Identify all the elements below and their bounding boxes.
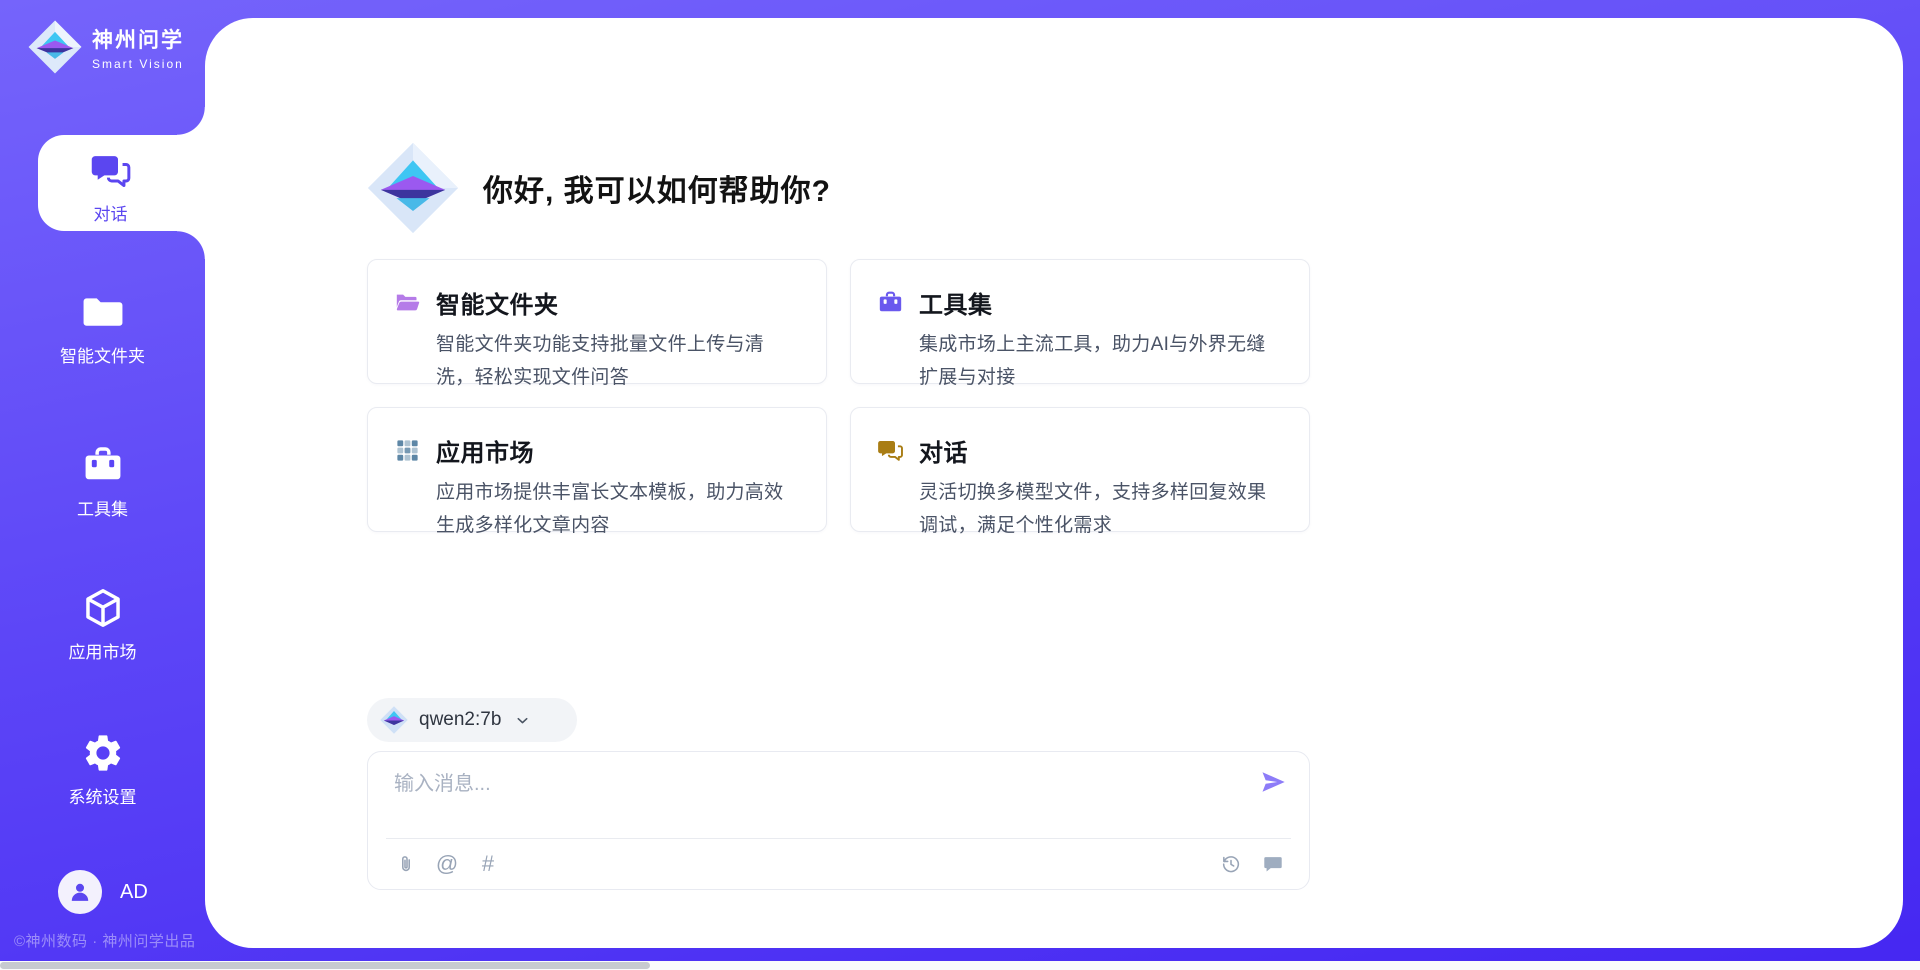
brand-logo: 神州问学 Smart Vision: [28, 20, 184, 74]
sidebar-item-label: 应用市场: [0, 638, 205, 663]
card-smart-folder[interactable]: 智能文件夹 智能文件夹功能支持批量文件上传与清洗，轻松实现文件问答: [367, 259, 827, 384]
toolbox-icon: [81, 443, 125, 487]
scrollbar-thumb[interactable]: [0, 962, 650, 969]
person-icon: [67, 879, 93, 905]
topic-icon: #: [482, 853, 494, 875]
sidebar-item-label: 对话: [38, 200, 183, 225]
chat-icon: [877, 437, 904, 464]
model-selector[interactable]: qwen2:7b: [367, 698, 577, 742]
folder-icon: [81, 290, 125, 334]
copyright-text: ©神州数码 · 神州问学出品: [14, 930, 195, 951]
greeting-title: 你好, 我可以如何帮助你?: [483, 166, 831, 210]
sidebar-item-smart-folder[interactable]: 智能文件夹: [0, 290, 205, 367]
grid-icon: [394, 437, 421, 464]
avatar: [58, 870, 102, 914]
user-initials: AD: [120, 881, 148, 904]
greeting: 你好, 我可以如何帮助你?: [367, 142, 831, 234]
horizontal-scrollbar: [0, 961, 1920, 970]
topic-button[interactable]: #: [476, 852, 500, 876]
chat-icon: [90, 150, 132, 192]
message-input[interactable]: [394, 767, 1239, 827]
model-name: qwen2:7b: [419, 709, 501, 731]
card-chat[interactable]: 对话 灵活切换多模型文件，支持多样回复效果调试，满足个性化需求: [850, 407, 1310, 532]
card-title: 智能文件夹: [436, 285, 559, 320]
brand-name: 神州问学: [92, 24, 184, 54]
sidebar-item-label: 系统设置: [0, 783, 205, 808]
sidebar: 神州问学 Smart Vision 对话 智能文件夹 工具集: [0, 0, 205, 970]
diamond-logo-icon: [380, 706, 408, 734]
sidebar-item-toolset[interactable]: 工具集: [0, 443, 205, 520]
diamond-logo-icon: [28, 20, 82, 74]
card-description: 集成市场上主流工具，助力AI与外界无缝扩展与对接: [919, 329, 1283, 394]
history-icon: [1220, 853, 1242, 875]
feedback-button[interactable]: [1261, 852, 1285, 876]
feature-cards: 智能文件夹 智能文件夹功能支持批量文件上传与清洗，轻松实现文件问答 工具集 集成…: [367, 259, 1315, 532]
card-title: 工具集: [919, 285, 993, 320]
sidebar-item-label: 智能文件夹: [0, 342, 205, 367]
card-description: 应用市场提供丰富长文本模板，助力高效生成多样化文章内容: [436, 477, 800, 542]
sidebar-item-chat[interactable]: 对话: [38, 135, 205, 231]
history-button[interactable]: [1219, 852, 1243, 876]
sidebar-item-app-market[interactable]: 应用市场: [0, 586, 205, 663]
mention-button[interactable]: @: [435, 852, 459, 876]
gear-icon: [81, 731, 125, 775]
folder-open-icon: [394, 289, 421, 316]
sidebar-item-label: 工具集: [0, 495, 205, 520]
send-icon: [1259, 768, 1287, 796]
mention-icon: @: [436, 853, 458, 875]
feedback-icon: [1262, 853, 1284, 875]
card-description: 智能文件夹功能支持批量文件上传与清洗，轻松实现文件问答: [436, 329, 800, 394]
diamond-logo-icon: [367, 142, 459, 234]
send-button[interactable]: [1259, 768, 1287, 796]
attach-icon: [395, 853, 417, 875]
card-description: 灵活切换多模型文件，支持多样回复效果调试，满足个性化需求: [919, 477, 1283, 542]
cube-icon: [81, 586, 125, 630]
card-toolset[interactable]: 工具集 集成市场上主流工具，助力AI与外界无缝扩展与对接: [850, 259, 1310, 384]
message-composer: @ #: [367, 751, 1310, 890]
card-title: 应用市场: [436, 433, 534, 468]
user-menu[interactable]: AD: [58, 870, 148, 914]
chevron-down-icon: [514, 712, 531, 729]
brand-subtitle: Smart Vision: [92, 57, 184, 71]
card-title: 对话: [919, 433, 968, 468]
composer-divider: [386, 838, 1291, 839]
toolbox-icon: [877, 289, 904, 316]
sidebar-item-settings[interactable]: 系统设置: [0, 731, 205, 808]
attach-button[interactable]: [394, 852, 418, 876]
card-app-market[interactable]: 应用市场 应用市场提供丰富长文本模板，助力高效生成多样化文章内容: [367, 407, 827, 532]
